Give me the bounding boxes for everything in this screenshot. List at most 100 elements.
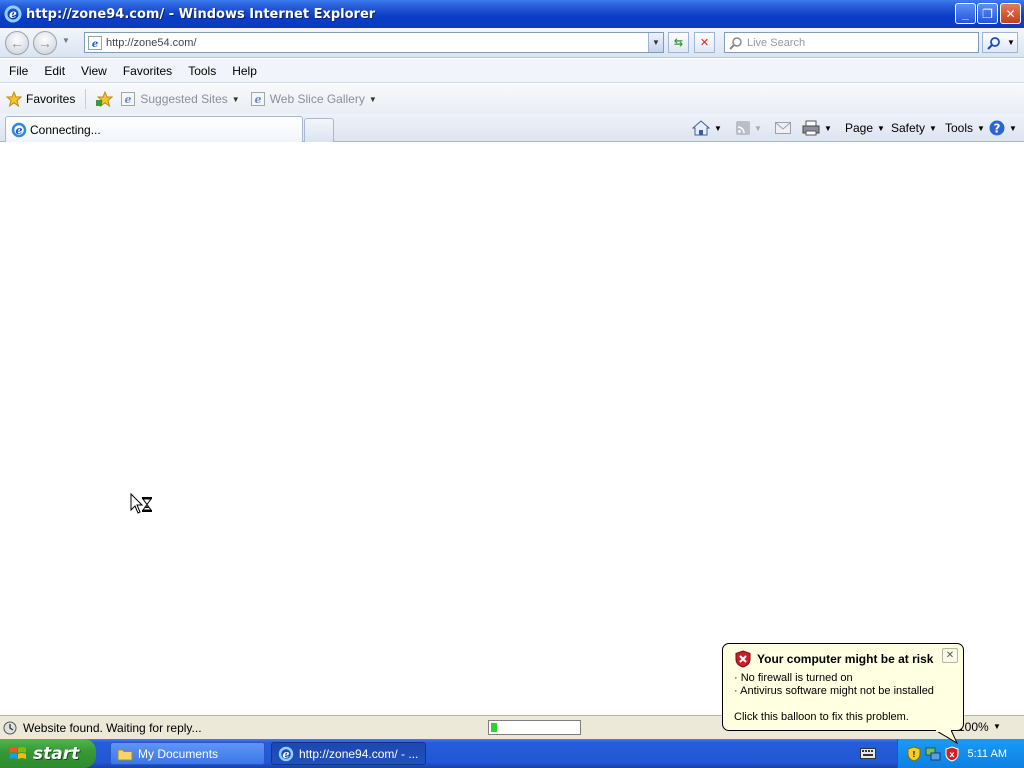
home-button[interactable]: ▼	[692, 118, 722, 138]
read-mail-button[interactable]	[775, 118, 791, 138]
web-slice-gallery-button[interactable]: e Web Slice Gallery ▼	[250, 91, 377, 107]
suggested-sites-button[interactable]: e Suggested Sites ▼	[120, 91, 240, 107]
help-button[interactable]: ? ▼	[989, 118, 1017, 138]
refresh-icon: ⇆	[673, 37, 684, 49]
search-placeholder: Live Search	[747, 36, 806, 49]
security-center-shield-icon[interactable]: !	[907, 745, 921, 762]
chevron-down-icon: ▼	[231, 94, 240, 104]
chevron-down-icon: ▼	[368, 94, 377, 104]
add-favorite-icon	[96, 91, 114, 107]
svg-text:e: e	[16, 124, 23, 137]
balloon-close-button[interactable]: ✕	[942, 648, 958, 663]
search-button[interactable]: ▼	[982, 32, 1018, 53]
search-options-dropdown[interactable]: ▼	[1007, 38, 1015, 47]
hourglass-cursor-icon	[130, 493, 152, 514]
shield-warning-icon	[735, 650, 751, 668]
home-icon	[692, 120, 710, 136]
ie-page-icon: e	[88, 35, 102, 50]
clock[interactable]: 5:11 AM	[967, 748, 1007, 760]
svg-text:e: e	[254, 93, 261, 106]
menu-edit[interactable]: Edit	[36, 64, 73, 78]
recent-pages-dropdown[interactable]: ▼	[62, 36, 70, 45]
system-tray: ! x 5:11 AM	[897, 739, 1024, 768]
start-label: start	[33, 743, 80, 764]
tab-bar: e Connecting... ▼ ▼ ▼ Page ▼ Safety ▼ To…	[0, 114, 1024, 142]
svg-text:x: x	[949, 750, 955, 759]
print-button[interactable]: ▼	[802, 118, 832, 138]
ie-icon: e	[278, 746, 294, 761]
web-slice-gallery-label: Web Slice Gallery	[269, 92, 365, 106]
restore-button[interactable]: ❐	[977, 3, 998, 24]
taskbar-item-internet-explorer[interactable]: e http://zone94.com/ - ...	[271, 742, 426, 765]
stop-icon: ✕	[699, 37, 710, 49]
balloon-line-firewall: · No firewall is turned on	[734, 672, 853, 684]
security-balloon[interactable]: Your computer might be at risk ✕ · No fi…	[722, 643, 964, 744]
menu-tools[interactable]: Tools	[180, 64, 224, 78]
svg-text:e: e	[283, 748, 290, 761]
zoom-dropdown[interactable]: ▼	[993, 722, 1001, 731]
back-icon: ←	[10, 35, 24, 51]
favorites-button[interactable]: Favorites	[6, 91, 75, 107]
menu-file[interactable]: File	[0, 64, 36, 78]
ie-icon: e	[11, 122, 27, 137]
favorites-separator	[85, 89, 87, 109]
ie-icon: e	[4, 5, 22, 23]
balloon-title: Your computer might be at risk	[757, 652, 934, 666]
forward-button[interactable]: →	[33, 31, 57, 55]
stop-button[interactable]: ✕	[694, 32, 715, 53]
tab-label: Connecting...	[30, 122, 101, 137]
network-icon[interactable]	[925, 746, 941, 762]
chevron-down-icon: ▼	[714, 123, 722, 133]
progress-fill	[491, 723, 497, 732]
address-dropdown-button[interactable]: ▼	[648, 33, 663, 52]
shield-warning-icon[interactable]: x	[945, 745, 959, 762]
search-go-icon	[987, 36, 1000, 50]
balloon-line-antivirus: · Antivirus software might not be instal…	[734, 685, 934, 697]
svg-text:?: ?	[994, 122, 1001, 136]
new-tab-button[interactable]	[304, 118, 334, 142]
taskbar-item-my-documents[interactable]: My Documents	[110, 742, 265, 765]
back-button[interactable]: ←	[5, 31, 29, 55]
ie-page-icon: e	[121, 92, 136, 106]
tab-connecting[interactable]: e Connecting...	[5, 116, 303, 142]
favorites-bar: Favorites e Suggested Sites ▼ e Web Slic…	[0, 84, 1024, 114]
taskbar-item-label: My Documents	[138, 746, 219, 761]
chevron-down-icon: ▼	[929, 123, 937, 133]
windows-flag-icon	[10, 746, 26, 759]
start-button[interactable]: start	[0, 739, 96, 768]
suggested-sites-label: Suggested Sites	[140, 92, 228, 106]
print-icon	[802, 120, 820, 136]
progress-bar	[488, 720, 581, 735]
search-icon	[729, 36, 742, 50]
mail-icon	[775, 122, 791, 134]
page-menu[interactable]: Page ▼	[845, 118, 885, 138]
chevron-down-icon: ▼	[977, 123, 985, 133]
close-button[interactable]: ✕	[1000, 3, 1021, 24]
tools-menu[interactable]: Tools ▼	[945, 118, 985, 138]
balloon-header: Your computer might be at risk	[735, 650, 933, 668]
loading-globe-icon	[3, 721, 17, 734]
svg-text:e: e	[9, 7, 17, 21]
chevron-down-icon: ▼	[877, 123, 885, 133]
refresh-button[interactable]: ⇆	[668, 32, 689, 53]
address-bar[interactable]: e http://zone54.com/ ▼	[84, 32, 664, 53]
address-url: http://zone54.com/	[106, 36, 197, 49]
search-input[interactable]: Live Search	[724, 32, 979, 53]
menu-help[interactable]: Help	[224, 64, 265, 78]
page-menu-label: Page	[845, 121, 874, 135]
balloon-footer: Click this balloon to fix this problem.	[734, 711, 909, 723]
feeds-icon	[736, 121, 750, 135]
minimize-button[interactable]: _	[955, 3, 976, 24]
safety-menu-label: Safety	[891, 121, 926, 135]
page-content-area[interactable]	[0, 143, 1024, 715]
address-toolbar: ← → ▼ e http://zone54.com/ ▼ ⇆ ✕ Live Se…	[0, 28, 1024, 58]
taskbar: start My Documents e http://zone94.com/ …	[0, 739, 1024, 768]
menu-favorites[interactable]: Favorites	[115, 64, 180, 78]
add-to-favorites-bar-button[interactable]	[96, 91, 114, 107]
ie-page-icon: e	[250, 92, 265, 106]
feeds-button[interactable]: ▼	[736, 118, 762, 138]
safety-menu[interactable]: Safety ▼	[891, 118, 937, 138]
menu-view[interactable]: View	[73, 64, 115, 78]
keyboard-icon[interactable]	[860, 746, 876, 760]
svg-text:e: e	[92, 39, 98, 50]
